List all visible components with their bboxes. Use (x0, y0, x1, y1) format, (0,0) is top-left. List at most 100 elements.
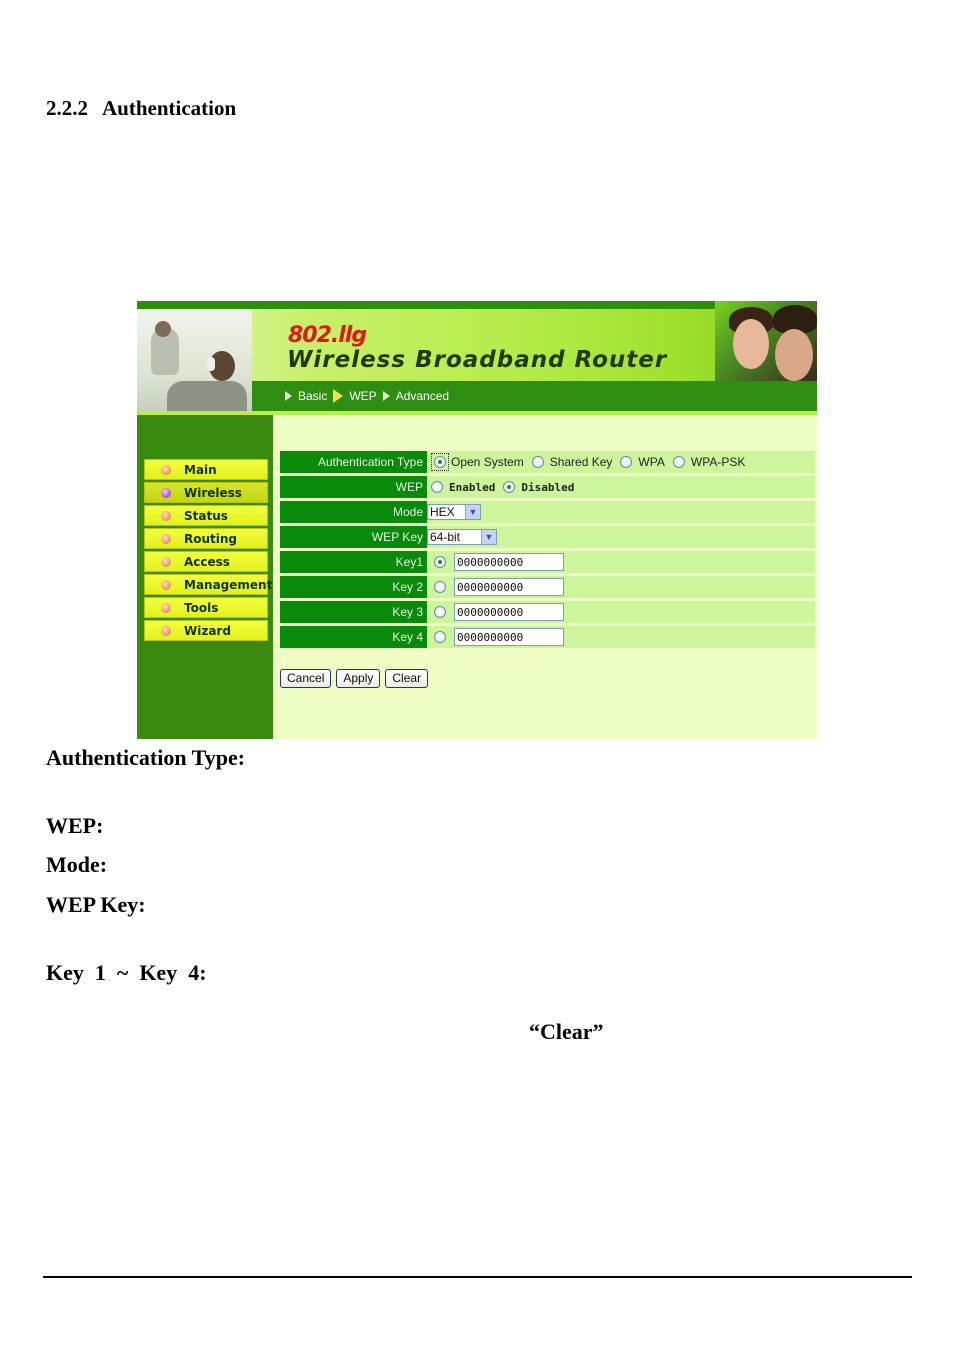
wep-key-value-cell: 64-bit ▼ (427, 526, 815, 548)
router-screenshot: 802.llg Wireless Broadband Router Basic … (137, 301, 817, 739)
row-mode: Mode HEX ▼ (280, 501, 815, 523)
key3-value-cell (427, 601, 815, 623)
desc-authentication-type: Authentication Type: (46, 745, 246, 770)
photo-face-man (775, 329, 813, 381)
bullet-icon (161, 579, 171, 590)
radio-shared-key[interactable] (531, 456, 544, 468)
key4-input[interactable] (454, 628, 564, 646)
option-label: Shared Key (549, 455, 613, 469)
radio-key3[interactable] (434, 606, 446, 618)
field-label: Key1 (280, 551, 427, 573)
sidebar-item-status[interactable]: Status (144, 505, 268, 526)
cancel-button[interactable]: Cancel (280, 669, 332, 688)
radio-wpa-psk[interactable] (672, 456, 685, 468)
sidebar: Main Wireless Status Routing Access Mana… (137, 411, 273, 739)
mode-select[interactable]: HEX ▼ (427, 504, 481, 520)
photo-face-woman (733, 319, 769, 369)
sidebar-item-management[interactable]: Management (144, 574, 272, 595)
chevron-down-icon[interactable]: ▼ (481, 530, 496, 544)
headphones-icon (207, 357, 215, 371)
desc-mode: Mode: (46, 852, 108, 877)
radio-open-system[interactable] (434, 456, 446, 468)
radio-key4[interactable] (434, 631, 446, 643)
focus-outline (431, 453, 449, 471)
key1-value-cell (427, 551, 815, 573)
sidebar-item-main[interactable]: Main (144, 459, 268, 480)
row-authentication-type: Authentication Type Open System Shared K… (280, 451, 815, 473)
wep-key-length-select[interactable]: 64-bit ▼ (427, 529, 497, 545)
section-number: 2.2.2 (46, 96, 88, 120)
bullet-icon (161, 625, 171, 636)
section-heading: 2.2.2 Authentication (46, 96, 236, 121)
bullet-icon (161, 487, 171, 498)
sidebar-item-routing[interactable]: Routing (144, 528, 268, 549)
top-navbar: Basic WEP Advanced HELP (252, 381, 817, 411)
desc-wep: WEP: (46, 813, 104, 838)
banner-photo-left (137, 309, 252, 413)
arrow-right-icon (333, 389, 344, 403)
arrow-right-icon (382, 391, 390, 401)
photo-person-lying (167, 381, 247, 413)
sidebar-item-wireless[interactable]: Wireless (144, 482, 268, 503)
row-wep: WEP Enabled Disabled (280, 476, 815, 498)
field-label: Key 4 (280, 626, 427, 648)
bullet-icon (161, 602, 171, 613)
chevron-down-icon[interactable]: ▼ (465, 505, 480, 519)
sidebar-item-label: Wizard (184, 623, 231, 638)
field-label: Authentication Type (280, 451, 427, 473)
router-banner: 802.llg Wireless Broadband Router Basic … (137, 301, 817, 413)
radio-key1[interactable] (434, 556, 446, 568)
breadcrumb-basic[interactable]: Basic (298, 389, 327, 403)
desc-clear: “Clear” (529, 1019, 604, 1044)
sidebar-item-label: Status (184, 508, 228, 523)
option-label: Open System (451, 455, 524, 469)
breadcrumb-wep[interactable]: WEP (349, 389, 376, 403)
sidebar-item-label: Tools (184, 600, 219, 615)
row-key1: Key1 (280, 551, 815, 573)
key1-input[interactable] (454, 553, 564, 571)
row-key2: Key 2 (280, 576, 815, 598)
breadcrumb-advanced[interactable]: Advanced (396, 389, 449, 403)
wep-options: Enabled Disabled (427, 476, 815, 498)
sidebar-item-tools[interactable]: Tools (144, 597, 268, 618)
sidebar-item-wizard[interactable]: Wizard (144, 620, 268, 641)
sidebar-item-label: Routing (184, 531, 238, 546)
bullet-icon (161, 464, 171, 475)
sidebar-item-label: Wireless (184, 485, 242, 500)
field-label: Key 2 (280, 576, 427, 598)
radio-key2[interactable] (434, 581, 446, 593)
footer-divider (43, 1276, 912, 1278)
sidebar-item-label: Access (184, 554, 230, 569)
desc-keys: Key 1 ~ Key 4: (46, 960, 207, 985)
field-label: WEP (280, 476, 427, 498)
mode-value-cell: HEX ▼ (427, 501, 815, 523)
key3-input[interactable] (454, 603, 564, 621)
apply-button[interactable]: Apply (336, 669, 381, 688)
key2-value-cell (427, 576, 815, 598)
bullet-icon (161, 510, 171, 521)
section-title: Authentication (102, 96, 237, 120)
photo-person-head (155, 321, 171, 337)
radio-wep-disabled[interactable] (503, 481, 516, 493)
key2-input[interactable] (454, 578, 564, 596)
form-buttons: Cancel Apply Clear (280, 669, 433, 688)
sidebar-item-label: Management (184, 577, 273, 592)
clear-button[interactable]: Clear (385, 669, 429, 688)
radio-wep-enabled[interactable] (431, 481, 443, 493)
option-label: WPA (638, 455, 665, 469)
radio-wpa[interactable] (620, 456, 633, 468)
select-value: HEX (430, 505, 455, 519)
brand-name: Wireless Broadband Router (287, 347, 668, 373)
sidebar-menu: Main Wireless Status Routing Access Mana… (144, 459, 272, 643)
key4-value-cell (427, 626, 815, 648)
row-wep-key: WEP Key 64-bit ▼ (280, 526, 815, 548)
field-label: Key 3 (280, 601, 427, 623)
field-label: Mode (280, 501, 427, 523)
sidebar-item-access[interactable]: Access (144, 551, 268, 572)
option-label: WPA-PSK (690, 455, 746, 469)
bullet-icon (161, 556, 171, 567)
brand-model: 802.llg (288, 323, 367, 348)
row-key3: Key 3 (280, 601, 815, 623)
arrow-right-icon (285, 391, 292, 401)
bullet-icon (161, 533, 171, 544)
